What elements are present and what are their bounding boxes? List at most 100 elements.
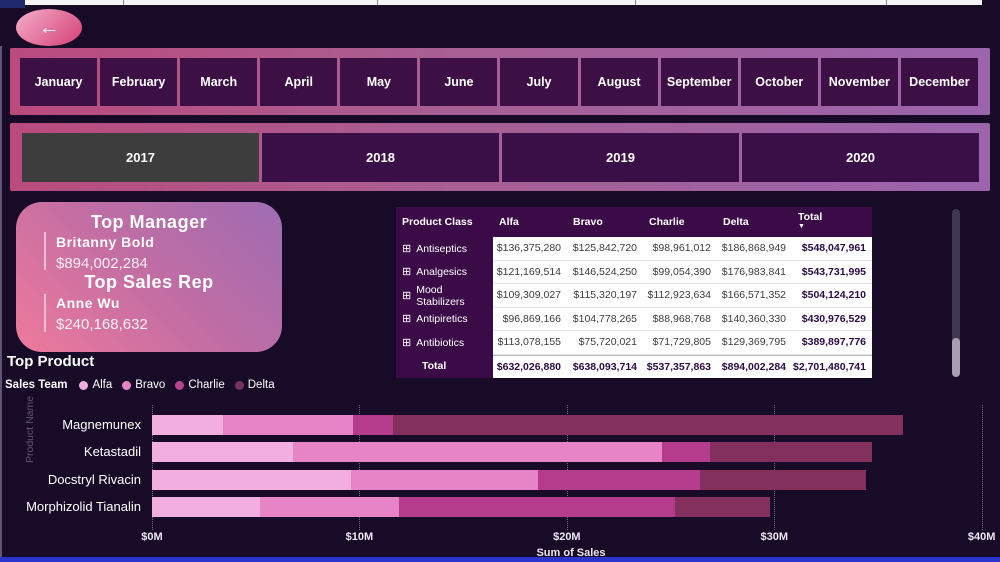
table-cell: $88,968,768 [643,307,717,331]
month-button-september[interactable]: September [660,58,738,106]
ruler-tick [123,0,124,5]
category-label: Ketastadil [83,444,141,460]
month-button-may[interactable]: May [340,58,418,106]
chart-plot-area [152,405,990,530]
ruler-tick [886,0,887,5]
bar-row-docstryl-rivacin [152,469,990,490]
table-total-cell: $632,026,880 [493,354,567,378]
month-button-october[interactable]: October [740,58,818,106]
month-button-january[interactable]: January [20,58,98,106]
expand-icon[interactable]: ⊞ [402,243,411,254]
bar-segment-bravo[interactable] [351,469,538,490]
table-cell: $75,720,021 [567,331,643,355]
month-button-july[interactable]: July [500,58,578,106]
x-tick-label: $0M [141,531,163,543]
bar-segment-charlie[interactable] [662,442,710,463]
legend-item-bravo[interactable]: Bravo [122,379,165,391]
month-button-april[interactable]: April [260,58,338,106]
ruler-tick [377,0,378,5]
bar-row-morphizolid-tianalin [152,496,990,517]
bar-segment-charlie[interactable] [353,415,393,435]
legend-item-delta[interactable]: Delta [234,379,275,391]
table-cell: $389,897,776 [792,331,872,355]
legend-item-label: Delta [247,379,275,391]
table-cell: $96,869,166 [493,307,567,331]
legend-item-label: Charlie [188,379,225,391]
table-total-cell: $2,701,480,741 [792,354,872,378]
table-cell: $166,571,352 [717,284,792,308]
table-cell: $112,923,634 [643,284,717,308]
year-slicer-strip: 2017 2018 2019 2020 [10,123,990,191]
legend-item-alfa[interactable]: Alfa [79,379,112,391]
row-label-text: Mood Stabilizers [416,283,465,308]
bar-segment-delta[interactable] [392,415,903,435]
bar-segment-bravo[interactable] [259,496,399,517]
table-header-bravo[interactable]: Bravo [567,207,643,237]
table-cell: $543,731,995 [792,260,872,284]
bar-segment-bravo[interactable] [222,415,354,435]
year-button-2019[interactable]: 2019 [502,133,739,182]
x-tick-label: $30M [760,531,789,543]
year-button-2017[interactable]: 2017 [22,133,259,182]
ruler-tick [635,0,636,5]
legend-item-label: Bravo [135,379,166,391]
table-cell: $146,524,250 [567,260,643,284]
month-slicer-strip: January February March April May June July Augu… [10,48,990,115]
expand-icon[interactable]: ⊞ [402,314,411,325]
month-button-march[interactable]: March [180,58,258,106]
month-button-june[interactable]: June [420,58,498,106]
bar-segment-charlie[interactable] [537,469,700,490]
year-button-2020[interactable]: 2020 [742,133,979,182]
bar-segment-bravo[interactable] [293,442,663,463]
scrollbar-thumb[interactable] [952,338,960,377]
month-button-december[interactable]: December [900,58,978,106]
legend-item-charlie[interactable]: Charlie [175,379,225,391]
bar-segment-charlie[interactable] [398,496,675,517]
bar-segment-alfa[interactable] [152,469,352,490]
year-button-2018[interactable]: 2018 [262,133,499,182]
row-label-text: Antiseptics [416,242,467,255]
legend-dot-icon [79,380,89,390]
bar-segment-delta[interactable] [699,469,866,490]
legend-dot-icon [234,380,244,390]
bar-row-magnemunex [152,415,990,435]
sort-descending-icon: ▼ [798,223,805,230]
table-cell: $121,169,514 [493,260,567,284]
top-manager-card: Top Manager Britanny Bold $894,002,284 T… [16,202,282,352]
expand-icon[interactable]: ⊞ [402,290,411,301]
table-row-label: ⊞ Antiseptics [396,237,493,261]
expand-icon[interactable]: ⊞ [402,337,411,348]
table-header-alfa[interactable]: Alfa [493,207,567,237]
top-product-bar-chart: Product Name Magnemunex Ketastadil Docstry… [0,396,1000,562]
table-header-label: Total [798,211,823,223]
bar-segment-delta[interactable] [674,496,771,517]
month-button-november[interactable]: November [820,58,898,106]
table-header-charlie[interactable]: Charlie [643,207,717,237]
bar-segment-alfa[interactable] [152,415,223,435]
legend-item-label: Alfa [92,379,113,391]
top-manager-title: Top Manager [90,212,208,232]
sorted-header: Total ▼ [798,212,822,232]
table-cell: $109,309,027 [493,284,567,308]
table-cell: $104,778,265 [567,307,643,331]
table-cell: $186,868,949 [717,237,792,261]
month-button-august[interactable]: August [580,58,658,106]
bar-segment-alfa[interactable] [152,496,260,517]
back-arrow-icon: ← [38,15,60,39]
table-cell: $548,047,961 [792,237,872,261]
expand-icon[interactable]: ⊞ [402,267,411,278]
legend-dot-icon [175,380,185,390]
table-header-product-class[interactable]: Product Class [396,207,493,237]
table-header-delta[interactable]: Delta [717,207,792,237]
table-cell: $125,842,720 [567,237,643,261]
month-slicer: January February March April May June July Augu… [20,58,978,106]
table-header-total[interactable]: Total ▼ [792,207,872,237]
table-cell: $504,124,210 [792,284,872,308]
top-sales-rep-title: Top Sales Rep [84,272,214,292]
bar-segment-alfa[interactable] [152,442,294,463]
table-cell: $98,961,012 [643,237,717,261]
bar-segment-delta[interactable] [709,442,872,463]
back-button[interactable]: ← [16,9,82,46]
month-button-february[interactable]: February [100,58,178,106]
dashboard-page: ← January February March April May June July Au… [0,0,1000,562]
